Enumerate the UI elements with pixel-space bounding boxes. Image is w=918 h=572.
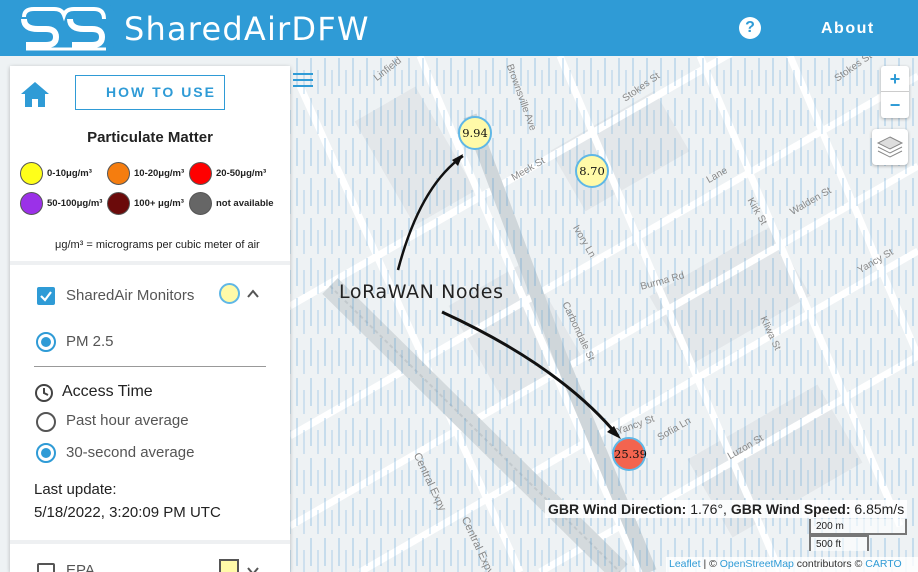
- about-link[interactable]: About: [821, 20, 875, 38]
- leaflet-link[interactable]: Leaflet: [669, 558, 701, 570]
- scale-metric: 200 m: [809, 519, 907, 535]
- zoom-out-button[interactable]: −: [881, 92, 909, 118]
- legend-swatch: [20, 162, 43, 185]
- sidebar-panel: HOW TO USE Particulate Matter 0-10μg/m³ …: [10, 66, 290, 572]
- legend-item: 50-100μg/m³: [20, 192, 102, 215]
- legend-swatch: [189, 162, 212, 185]
- wind-speed-value: 6.85m/s: [854, 501, 905, 517]
- wind-readout: GBR Wind Direction: 1.76°, GBR Wind Spee…: [545, 500, 908, 518]
- carto-link[interactable]: CARTO: [865, 558, 901, 570]
- legend-item: 0-10μg/m³: [20, 162, 92, 185]
- sensor-marker[interactable]: 25.39: [612, 437, 647, 471]
- section-divider: [10, 261, 290, 265]
- divider-line: [34, 366, 266, 367]
- thirty-second-radio[interactable]: [36, 443, 56, 463]
- wind-speed-label: GBR Wind Speed:: [730, 501, 851, 517]
- epa-label[interactable]: EPA: [66, 562, 95, 572]
- legend-swatch: [107, 192, 130, 215]
- attribution-text: contributors ©: [793, 558, 866, 570]
- legend-item: 10-20μg/m³: [107, 162, 184, 185]
- past-hour-label[interactable]: Past hour average: [66, 412, 189, 429]
- pm25-label[interactable]: PM 2.5: [66, 333, 114, 350]
- legend-item: 20-50μg/m³: [189, 162, 266, 185]
- app-header: SharedAirDFW ? About: [0, 0, 918, 56]
- monitor-swatch: [219, 283, 240, 304]
- pm25-radio[interactable]: [36, 332, 56, 352]
- section-divider: [10, 540, 290, 544]
- layers-button[interactable]: [872, 129, 908, 165]
- attribution-sep: | ©: [700, 558, 720, 570]
- access-time-label: Access Time: [62, 383, 153, 400]
- question-icon[interactable]: ?: [739, 17, 761, 39]
- scale-imperial: 500 ft: [809, 535, 869, 551]
- units-note: μg/m³ = micrograms per cubic meter of ai…: [55, 239, 260, 251]
- chevron-down-icon[interactable]: [246, 564, 260, 572]
- home-icon[interactable]: [20, 80, 50, 108]
- pm-title: Particulate Matter: [87, 129, 213, 146]
- legend-swatch: [107, 162, 130, 185]
- legend-swatch: [20, 192, 43, 215]
- sensor-marker[interactable]: 9.94: [458, 116, 492, 150]
- epa-checkbox[interactable]: [37, 563, 55, 572]
- past-hour-radio[interactable]: [36, 412, 56, 432]
- how-to-use-button[interactable]: HOW TO USE: [75, 75, 225, 110]
- legend-item: 100+ μg/m³: [107, 192, 184, 215]
- layers-icon: [876, 136, 904, 158]
- sensor-marker[interactable]: 8.70: [575, 154, 609, 188]
- monitors-label[interactable]: SharedAir Monitors: [66, 287, 194, 304]
- wind-direction-label: GBR Wind Direction:: [548, 501, 687, 517]
- last-update-label: Last update:: [34, 481, 117, 498]
- sharedair-logo[interactable]: [18, 5, 114, 52]
- zoom-in-button[interactable]: +: [881, 66, 909, 92]
- check-icon: [40, 291, 52, 302]
- legend-item: not available: [189, 192, 274, 215]
- monitors-checkbox[interactable]: [37, 287, 55, 305]
- chevron-up-icon[interactable]: [246, 287, 260, 301]
- thirty-second-label[interactable]: 30-second average: [66, 444, 194, 461]
- menu-icon[interactable]: [293, 72, 313, 88]
- clock-icon: [35, 384, 53, 402]
- app-title[interactable]: SharedAirDFW: [124, 10, 370, 48]
- legend-swatch: [189, 192, 212, 215]
- osm-link[interactable]: OpenStreetMap: [720, 558, 794, 570]
- lorawan-annotation: LoRaWAN Nodes: [339, 281, 504, 303]
- zoom-control: + −: [881, 66, 909, 118]
- wind-direction-value: 1.76°,: [690, 501, 727, 517]
- epa-swatch: [219, 559, 239, 572]
- last-update-value: 5/18/2022, 3:20:09 PM UTC: [34, 504, 221, 521]
- map-attribution: Leaflet | © OpenStreetMap contributors ©…: [666, 557, 918, 572]
